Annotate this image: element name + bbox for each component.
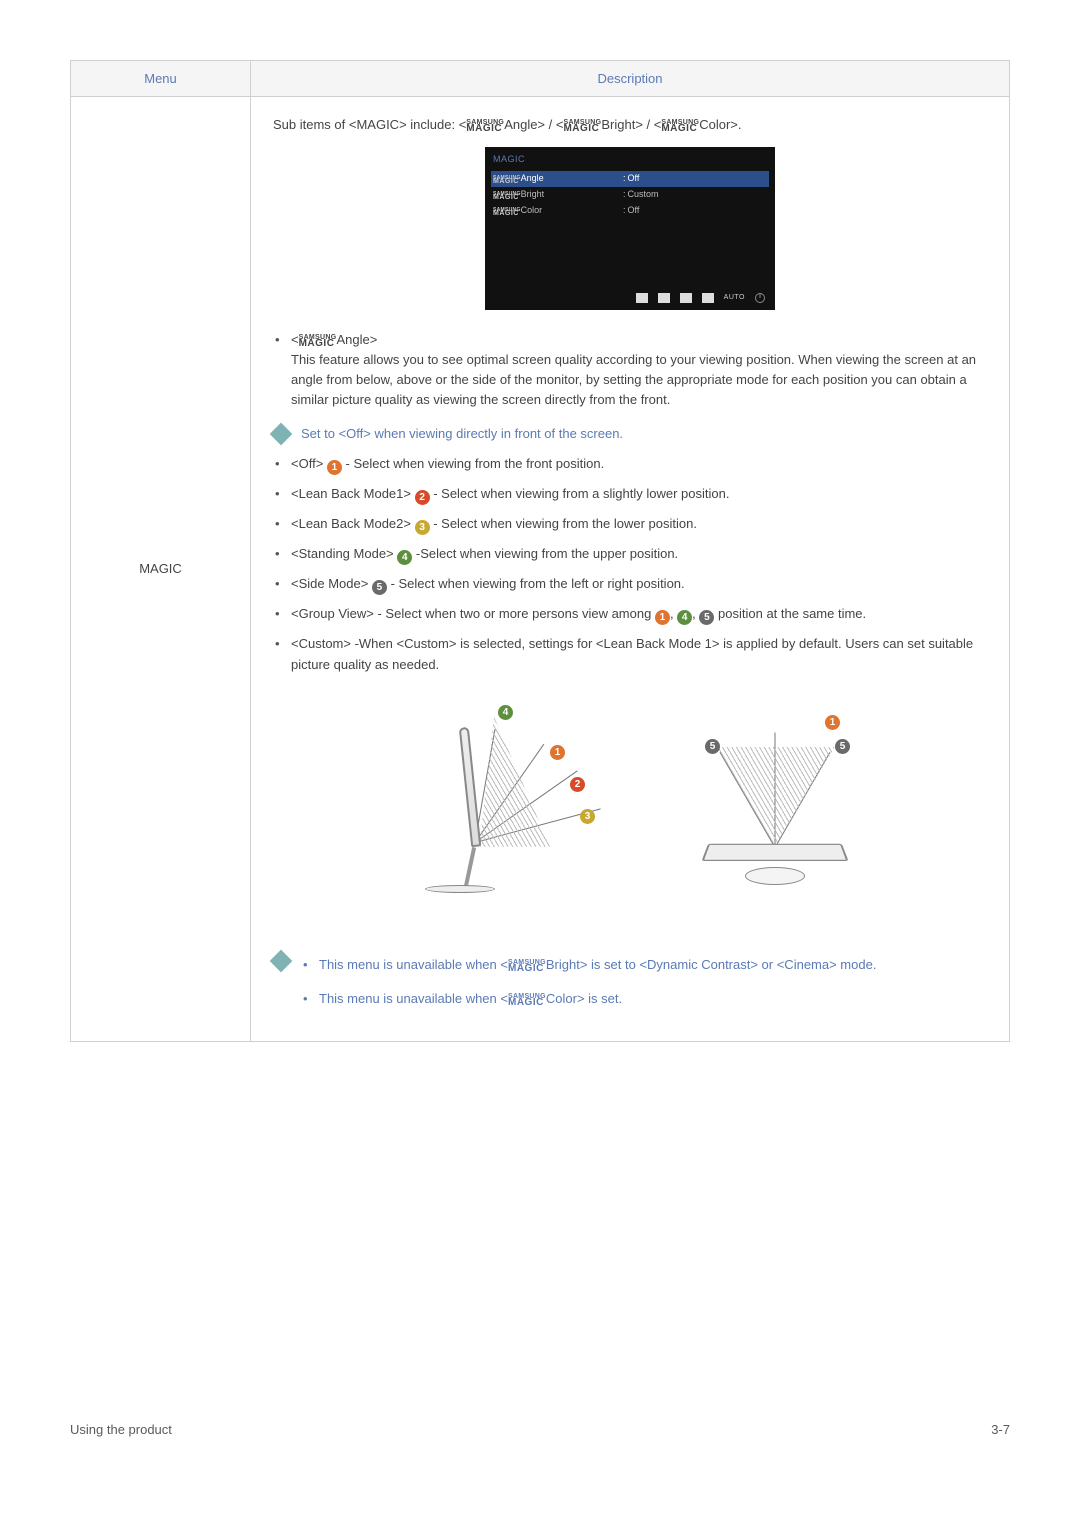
osd-row-angle: SAMSUNGMAGICAngle Off [491, 171, 769, 187]
power-icon [755, 293, 765, 303]
samsung-magic-logo: SAMSUNGMAGIC [508, 995, 546, 1006]
mode-group: <Group View> - Select when two or more p… [273, 604, 987, 625]
samsung-magic-logo: SAMSUNGMAGIC [299, 336, 337, 347]
diagram-badge-5: 5 [705, 739, 720, 754]
magic-angle-section: <SAMSUNGMAGICAngle> This feature allows … [273, 330, 987, 411]
content-table: Menu Description MAGIC Sub items of <MAG… [70, 60, 1010, 1042]
bottom-notes: This menu is unavailable when <SAMSUNGMA… [273, 951, 987, 1023]
osd-row-color: SAMSUNGMAGICColor Off [491, 203, 769, 219]
diagram-row: 4 1 2 3 1 5 5 [273, 697, 987, 927]
diagram-top-view: 1 5 5 [660, 697, 890, 927]
note-unavailable-bright: This menu is unavailable when <SAMSUNGMA… [303, 955, 987, 975]
num-badge-4: 4 [397, 550, 412, 565]
mode-leanback1: <Lean Back Mode1> 2 - Select when viewin… [273, 484, 987, 505]
num-badge-3: 3 [415, 520, 430, 535]
footer-page: 3-7 [991, 1422, 1010, 1437]
osd-button-bar: AUTO [491, 289, 769, 304]
osd-nav-icon [636, 293, 648, 303]
header-description: Description [251, 61, 1010, 97]
osd-nav-icon [702, 293, 714, 303]
num-badge-5: 5 [372, 580, 387, 595]
mode-off: <Off> 1 - Select when viewing from the f… [273, 454, 987, 475]
num-badge-4: 4 [677, 610, 692, 625]
osd-nav-icon [658, 293, 670, 303]
page-footer: Using the product 3-7 [70, 1422, 1010, 1437]
diagram-badge-2: 2 [570, 777, 585, 792]
diagram-badge-5: 5 [835, 739, 850, 754]
samsung-magic-logo: SAMSUNGMAGIC [508, 961, 546, 972]
num-badge-5: 5 [699, 610, 714, 625]
footer-section: Using the product [70, 1422, 172, 1437]
osd-preview: MAGIC SAMSUNGMAGICAngle Off SAMSUNGMAGIC… [485, 147, 775, 310]
diagram-badge-4: 4 [498, 705, 513, 720]
samsung-magic-logo: SAMSUNGMAGIC [563, 121, 601, 132]
samsung-magic-logo: SAMSUNGMAGIC [493, 193, 521, 201]
samsung-magic-logo: SAMSUNGMAGIC [493, 177, 521, 185]
menu-cell: MAGIC [71, 97, 251, 1042]
mode-custom: <Custom> -When <Custom> is selected, set… [273, 634, 987, 674]
mode-standing: <Standing Mode> 4 -Select when viewing f… [273, 544, 987, 565]
mode-side: <Side Mode> 5 - Select when viewing from… [273, 574, 987, 595]
osd-nav-icon [680, 293, 692, 303]
samsung-magic-logo: SAMSUNGMAGIC [661, 121, 699, 132]
intro-line: Sub items of <MAGIC> include: <SAMSUNGMA… [273, 115, 987, 135]
diagram-badge-1: 1 [550, 745, 565, 760]
osd-title: MAGIC [491, 151, 769, 171]
osd-row-bright: SAMSUNGMAGICBright Custom [491, 187, 769, 203]
note-icon [270, 423, 293, 446]
note-unavailable-color: This menu is unavailable when <SAMSUNGMA… [303, 989, 987, 1009]
angle-description: This feature allows you to see optimal s… [291, 350, 987, 410]
num-badge-2: 2 [415, 490, 430, 505]
note-off: Set to <Off> when viewing directly in fr… [273, 424, 987, 444]
samsung-magic-logo: SAMSUNGMAGIC [493, 209, 521, 217]
diagram-side-view: 4 1 2 3 [370, 697, 600, 927]
diagram-badge-3: 3 [580, 809, 595, 824]
samsung-magic-logo: SAMSUNGMAGIC [466, 121, 504, 132]
description-cell: Sub items of <MAGIC> include: <SAMSUNGMA… [251, 97, 1010, 1042]
num-badge-1: 1 [327, 460, 342, 475]
mode-list: <Off> 1 - Select when viewing from the f… [273, 454, 987, 674]
note-icon [270, 949, 293, 972]
mode-leanback2: <Lean Back Mode2> 3 - Select when viewin… [273, 514, 987, 535]
header-menu: Menu [71, 61, 251, 97]
num-badge-1: 1 [655, 610, 670, 625]
osd-auto-label: AUTO [724, 293, 745, 304]
diagram-badge-1: 1 [825, 715, 840, 730]
